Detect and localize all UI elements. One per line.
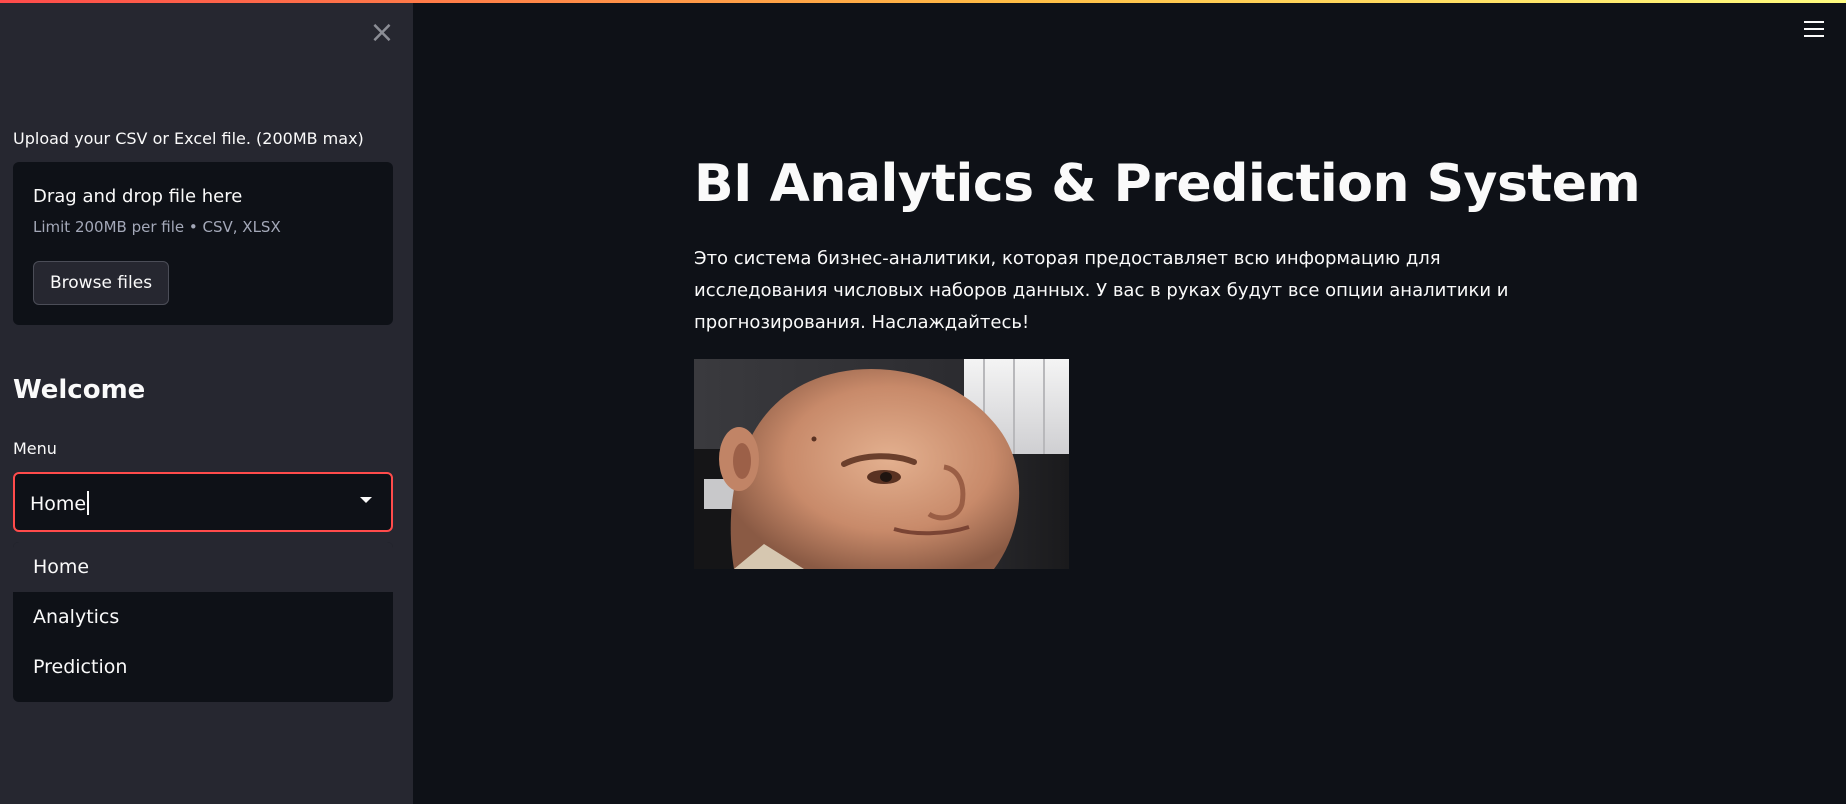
top-decoration-stripe [0, 0, 1846, 3]
menu-label: Menu [13, 439, 57, 458]
dropzone-limit: Limit 200MB per file • CSV, XLSX [33, 218, 281, 236]
menu-option-home[interactable]: Home [13, 542, 393, 592]
close-icon[interactable]: × [369, 18, 395, 48]
page-title: BI Analytics & Prediction System [694, 154, 1641, 214]
text-cursor [87, 491, 90, 515]
menu-dropdown: Home Analytics Prediction [13, 542, 393, 702]
page-description: Это система бизнес-аналитики, которая пр… [694, 248, 1509, 333]
dropzone-title: Drag and drop file here [33, 186, 243, 207]
menu-option-analytics[interactable]: Analytics [13, 592, 393, 642]
file-dropzone[interactable]: Drag and drop file here Limit 200MB per … [13, 162, 393, 325]
browse-files-button[interactable]: Browse files [33, 261, 170, 305]
menu-option-prediction[interactable]: Prediction [13, 642, 393, 692]
menu-select-value: Home [30, 491, 90, 515]
welcome-heading: Welcome [13, 375, 146, 405]
hero-image [694, 359, 1069, 569]
chevron-down-icon[interactable] [360, 497, 372, 503]
hamburger-menu-icon[interactable] [1804, 21, 1824, 39]
menu-select[interactable]: Home [13, 472, 393, 532]
upload-label: Upload your CSV or Excel file. (200MB ma… [13, 129, 364, 148]
sidebar: × Upload your CSV or Excel file. (200MB … [0, 0, 413, 804]
